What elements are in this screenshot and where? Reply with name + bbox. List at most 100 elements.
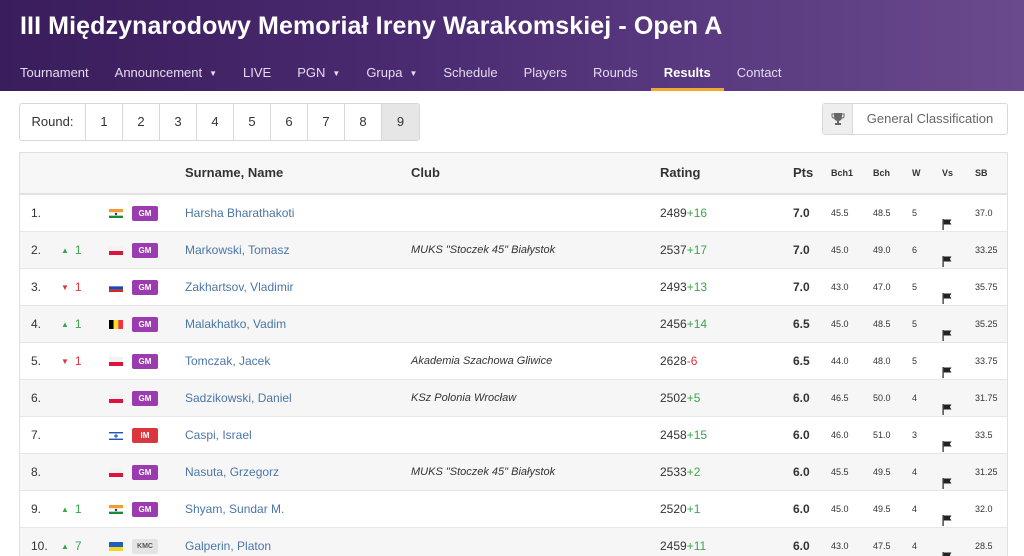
player-name-link[interactable]: Malakhatko, Vadim bbox=[185, 306, 286, 343]
round-label: Round: bbox=[20, 104, 86, 140]
player-name-link[interactable]: Markowski, Tomasz bbox=[185, 232, 289, 269]
rank-change: ▲ 1 bbox=[61, 232, 82, 269]
round-button-4[interactable]: 4 bbox=[197, 104, 234, 140]
caret-down-icon: ▼ bbox=[209, 69, 218, 78]
general-classification-button[interactable]: General Classification bbox=[822, 103, 1008, 135]
points: 7.0 bbox=[793, 280, 810, 294]
round-button-1[interactable]: 1 bbox=[86, 104, 123, 140]
nav-item-label: Schedule bbox=[443, 65, 498, 80]
player-club: Akademia Szachowa Gliwice bbox=[411, 355, 553, 367]
nav-item-label: Tournament bbox=[20, 65, 89, 80]
header-club[interactable]: Club bbox=[411, 153, 440, 193]
arrow-up-icon: ▲ bbox=[61, 505, 69, 514]
round-button-2[interactable]: 2 bbox=[123, 104, 160, 140]
nav-item-live[interactable]: LIVE bbox=[230, 56, 284, 91]
rank-number: 8. bbox=[31, 465, 42, 479]
player-name-link[interactable]: Sadzikowski, Daniel bbox=[185, 380, 292, 417]
results-table: Surname, Name Club Rating Pts Bch1 Bch W… bbox=[19, 152, 1008, 556]
rating-value: 2493 bbox=[660, 280, 687, 294]
nav-item-grupa[interactable]: Grupa ▼ bbox=[353, 56, 430, 91]
table-row: 5. ▼ 1 GM Tomczak, Jacek Akademia Szachowa Gl… bbox=[20, 343, 1007, 380]
player-name-link[interactable]: Zakhartsov, Vladimir bbox=[185, 269, 293, 306]
sonneborn-berger: 32.0 bbox=[975, 504, 993, 514]
rank-change: ▼ 1 bbox=[61, 269, 82, 306]
player-name-link[interactable]: Caspi, Israel bbox=[185, 417, 252, 454]
rating-change: +5 bbox=[686, 391, 701, 405]
buchholz-cut1: 44.0 bbox=[831, 356, 849, 366]
nav-item-rounds[interactable]: Rounds bbox=[580, 56, 651, 91]
round-button-8[interactable]: 8 bbox=[345, 104, 382, 140]
player-name-link[interactable]: Harsha Bharathakoti bbox=[185, 195, 294, 232]
nav-item-contact[interactable]: Contact bbox=[724, 56, 795, 91]
nav-item-results[interactable]: Results bbox=[650, 56, 724, 91]
nav-item-schedule[interactable]: Schedule bbox=[430, 56, 510, 91]
round-button-5[interactable]: 5 bbox=[234, 104, 271, 140]
points: 7.0 bbox=[793, 243, 810, 257]
wins: 4 bbox=[912, 504, 918, 514]
header-vs[interactable]: Vs bbox=[942, 153, 953, 193]
buchholz: 48.0 bbox=[873, 356, 891, 366]
header-sb[interactable]: SB bbox=[975, 153, 988, 193]
rating-change: +15 bbox=[686, 428, 708, 442]
player-name-link[interactable]: Nasuta, Grzegorz bbox=[185, 454, 279, 491]
sonneborn-berger: 37.0 bbox=[975, 208, 993, 218]
buchholz-cut1: 43.0 bbox=[831, 282, 849, 292]
round-button-7[interactable]: 7 bbox=[308, 104, 345, 140]
rating-value: 2628 bbox=[660, 354, 687, 368]
sonneborn-berger: 33.5 bbox=[975, 430, 993, 440]
player-name-link[interactable]: Shyam, Sundar M. bbox=[185, 491, 284, 528]
rating-value: 2537 bbox=[660, 243, 687, 257]
header-bch1[interactable]: Bch1 bbox=[831, 153, 853, 193]
country-flag-icon bbox=[109, 504, 123, 514]
header-name[interactable]: Surname, Name bbox=[185, 153, 283, 193]
round-button-3[interactable]: 3 bbox=[160, 104, 197, 140]
nav-item-players[interactable]: Players bbox=[511, 56, 580, 91]
arrow-up-icon: ▲ bbox=[61, 320, 69, 329]
rating-value: 2533 bbox=[660, 465, 687, 479]
points: 6.5 bbox=[793, 317, 810, 331]
country-flag-icon bbox=[109, 319, 123, 329]
rank-number: 10. bbox=[31, 539, 48, 553]
wins: 5 bbox=[912, 356, 918, 366]
arrow-up-icon: ▲ bbox=[61, 542, 69, 551]
nav-item-announcement[interactable]: Announcement ▼ bbox=[102, 56, 230, 91]
table-row: 9. ▲ 1 GM Shyam, Sundar M. 2520+1 6.0 45.0 49.5 4… bbox=[20, 491, 1007, 528]
header-w[interactable]: W bbox=[912, 153, 921, 193]
country-flag-icon bbox=[109, 393, 123, 403]
nav-item-label: LIVE bbox=[243, 65, 272, 80]
sonneborn-berger: 33.75 bbox=[975, 356, 998, 366]
rank-change-value: 1 bbox=[74, 502, 82, 516]
rating-change: +2 bbox=[686, 465, 701, 479]
round-button-6[interactable]: 6 bbox=[271, 104, 308, 140]
rank-change-value: 1 bbox=[74, 317, 82, 331]
rank-number: 7. bbox=[31, 428, 42, 442]
nav-item-tournament[interactable]: Tournament bbox=[0, 56, 102, 91]
header-bch[interactable]: Bch bbox=[873, 153, 890, 193]
flag-icon bbox=[942, 541, 952, 556]
sonneborn-berger: 35.75 bbox=[975, 282, 998, 292]
rating-value: 2489 bbox=[660, 206, 687, 220]
title-badge: IM bbox=[132, 428, 158, 443]
title-badge: GM bbox=[132, 391, 158, 406]
rating-change: +14 bbox=[686, 317, 708, 331]
buchholz: 47.5 bbox=[873, 541, 891, 551]
round-button-9[interactable]: 9 bbox=[382, 104, 419, 140]
player-club: KSz Polonia Wrocław bbox=[411, 392, 517, 404]
header-rating[interactable]: Rating bbox=[660, 153, 700, 193]
header-pts[interactable]: Pts bbox=[793, 153, 813, 193]
nav-item-pgn[interactable]: PGN ▼ bbox=[284, 56, 353, 91]
title-badge: GM bbox=[132, 280, 158, 295]
title-badge: GM bbox=[132, 354, 158, 369]
rank-number: 3. bbox=[31, 280, 42, 294]
player-name-link[interactable]: Tomczak, Jacek bbox=[185, 343, 270, 380]
rating-cell: 2458+15 bbox=[660, 417, 707, 454]
title-badge: GM bbox=[132, 502, 158, 517]
table-row: 8. GM Nasuta, Grzegorz MUKS "Stoczek 45" Bi… bbox=[20, 454, 1007, 491]
header: III Międzynarodowy Memoriał Ireny Warako… bbox=[0, 0, 1024, 91]
flag-icon bbox=[942, 282, 952, 304]
rank-change-value: 7 bbox=[74, 539, 82, 553]
rank-number: 2. bbox=[31, 243, 42, 257]
player-name-link[interactable]: Galperin, Platon bbox=[185, 528, 271, 556]
buchholz-cut1: 45.0 bbox=[831, 504, 849, 514]
rating-cell: 2493+13 bbox=[660, 269, 707, 306]
